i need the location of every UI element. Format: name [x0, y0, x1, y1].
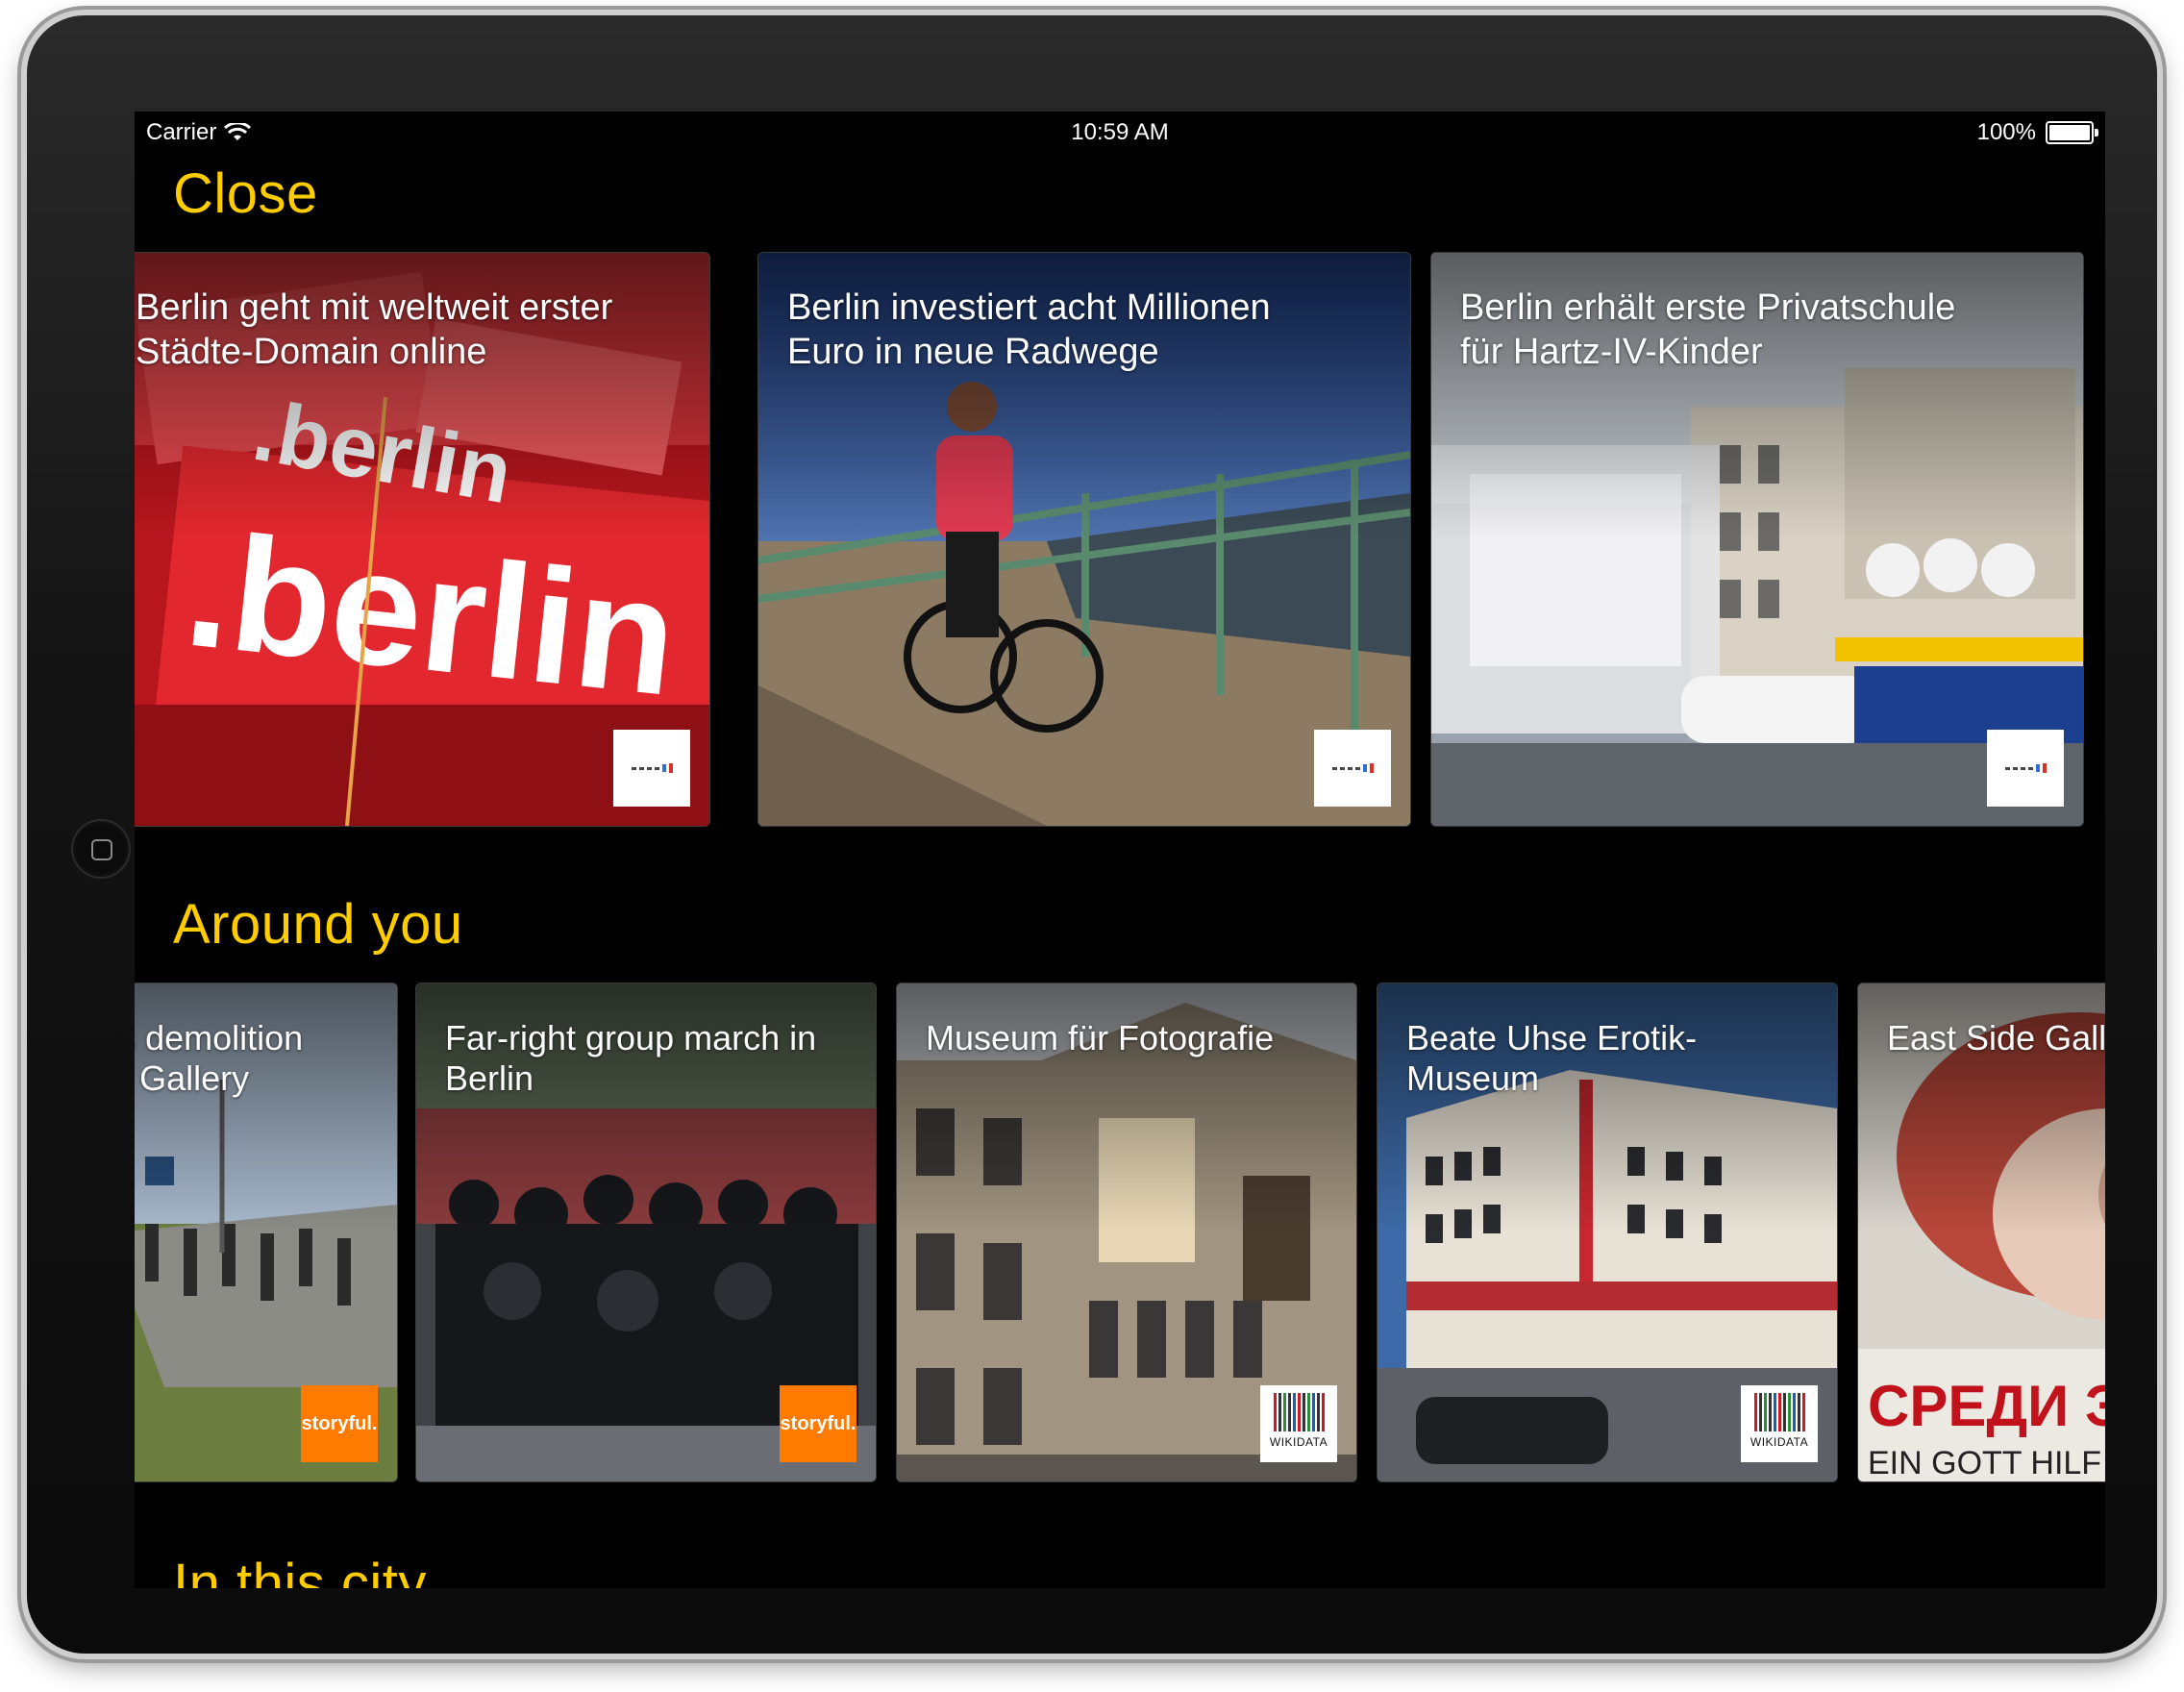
close-carousel[interactable]: .berlin .berlin Berlin geht mit weltweit… — [135, 252, 2105, 831]
section-title-around-you: Around you — [173, 893, 463, 956]
storyful-badge: storyful. — [301, 1385, 378, 1462]
card-title: Far-right group march in Berlin — [445, 1018, 817, 1098]
news-card[interactable]: Berlin erhält erste Privatschule für Har… — [1430, 252, 2084, 827]
place-card[interactable]: Beate Uhse Erotik- Museum WIKIDATA — [1377, 983, 1838, 1482]
screen: Carrier 10:59 AM 100% Close .berlin Berl… — [135, 112, 2105, 1588]
status-bar: Carrier 10:59 AM 100% — [135, 112, 2105, 150]
section-title-in-this-city: In this city — [173, 1553, 427, 1588]
news-card[interactable]: .berlin .berlin Berlin geht mit weltweit… — [135, 252, 710, 827]
news-card[interactable]: Protest halts demolition of East Side Ga… — [135, 983, 398, 1482]
wikidata-badge: WIKIDATA — [1260, 1385, 1337, 1462]
place-card[interactable]: Museum für Fotografie WIKIDATA — [896, 983, 1357, 1482]
battery-icon — [2046, 121, 2098, 144]
wikidata-label: WIKIDATA — [1269, 1435, 1328, 1449]
status-time: 10:59 AM — [1071, 119, 1169, 145]
svg-text:СРЕДИ ЭТОЙ: СРЕДИ ЭТОЙ — [1868, 1374, 2105, 1438]
wikidata-label: WIKIDATA — [1750, 1435, 1809, 1449]
source-logo-icon — [1331, 763, 1374, 773]
section-title-close: Close — [173, 162, 318, 225]
source-logo-icon — [2004, 763, 2047, 773]
place-card[interactable]: СРЕДИ ЭТОЙ EIN GOTT HILF MIR East Side G… — [1857, 983, 2105, 1482]
source-logo-badge — [1987, 730, 2064, 807]
battery-percent: 100% — [1976, 119, 2036, 145]
source-logo-badge — [613, 730, 690, 807]
svg-text:EIN GOTT HILF MIR: EIN GOTT HILF MIR — [1868, 1445, 2105, 1481]
card-title: Berlin investiert acht Millionen Euro in… — [787, 287, 1271, 372]
card-title: Museum für Fotografie — [926, 1018, 1275, 1058]
wikidata-badge: WIKIDATA — [1741, 1385, 1818, 1462]
card-title: Berlin geht mit weltweit erster Städte-D… — [136, 287, 613, 372]
around-you-carousel[interactable]: Protest halts demolition of East Side Ga… — [135, 983, 2105, 1484]
card-title: Protest halts demolition of East Side Ga… — [135, 1018, 304, 1098]
news-card[interactable]: Berlin investiert acht Millionen Euro in… — [757, 252, 1411, 827]
card-title: Berlin erhält erste Privatschule für Har… — [1460, 287, 1956, 372]
wikidata-icon — [1273, 1393, 1325, 1431]
news-card[interactable]: Far-right group march in Berlin storyful… — [415, 983, 877, 1482]
battery-indicator: 100% — [1976, 119, 2098, 146]
source-logo-icon — [631, 763, 673, 773]
wikidata-icon — [1753, 1393, 1805, 1431]
source-logo-badge — [1314, 730, 1391, 807]
ipad-frame: Carrier 10:59 AM 100% Close .berlin Berl… — [27, 15, 2157, 1654]
storyful-badge: storyful. — [780, 1385, 856, 1462]
card-title: Beate Uhse Erotik- Museum — [1406, 1018, 1698, 1098]
home-button[interactable] — [71, 819, 131, 879]
card-title: East Side Gallery — [1887, 1018, 2105, 1058]
